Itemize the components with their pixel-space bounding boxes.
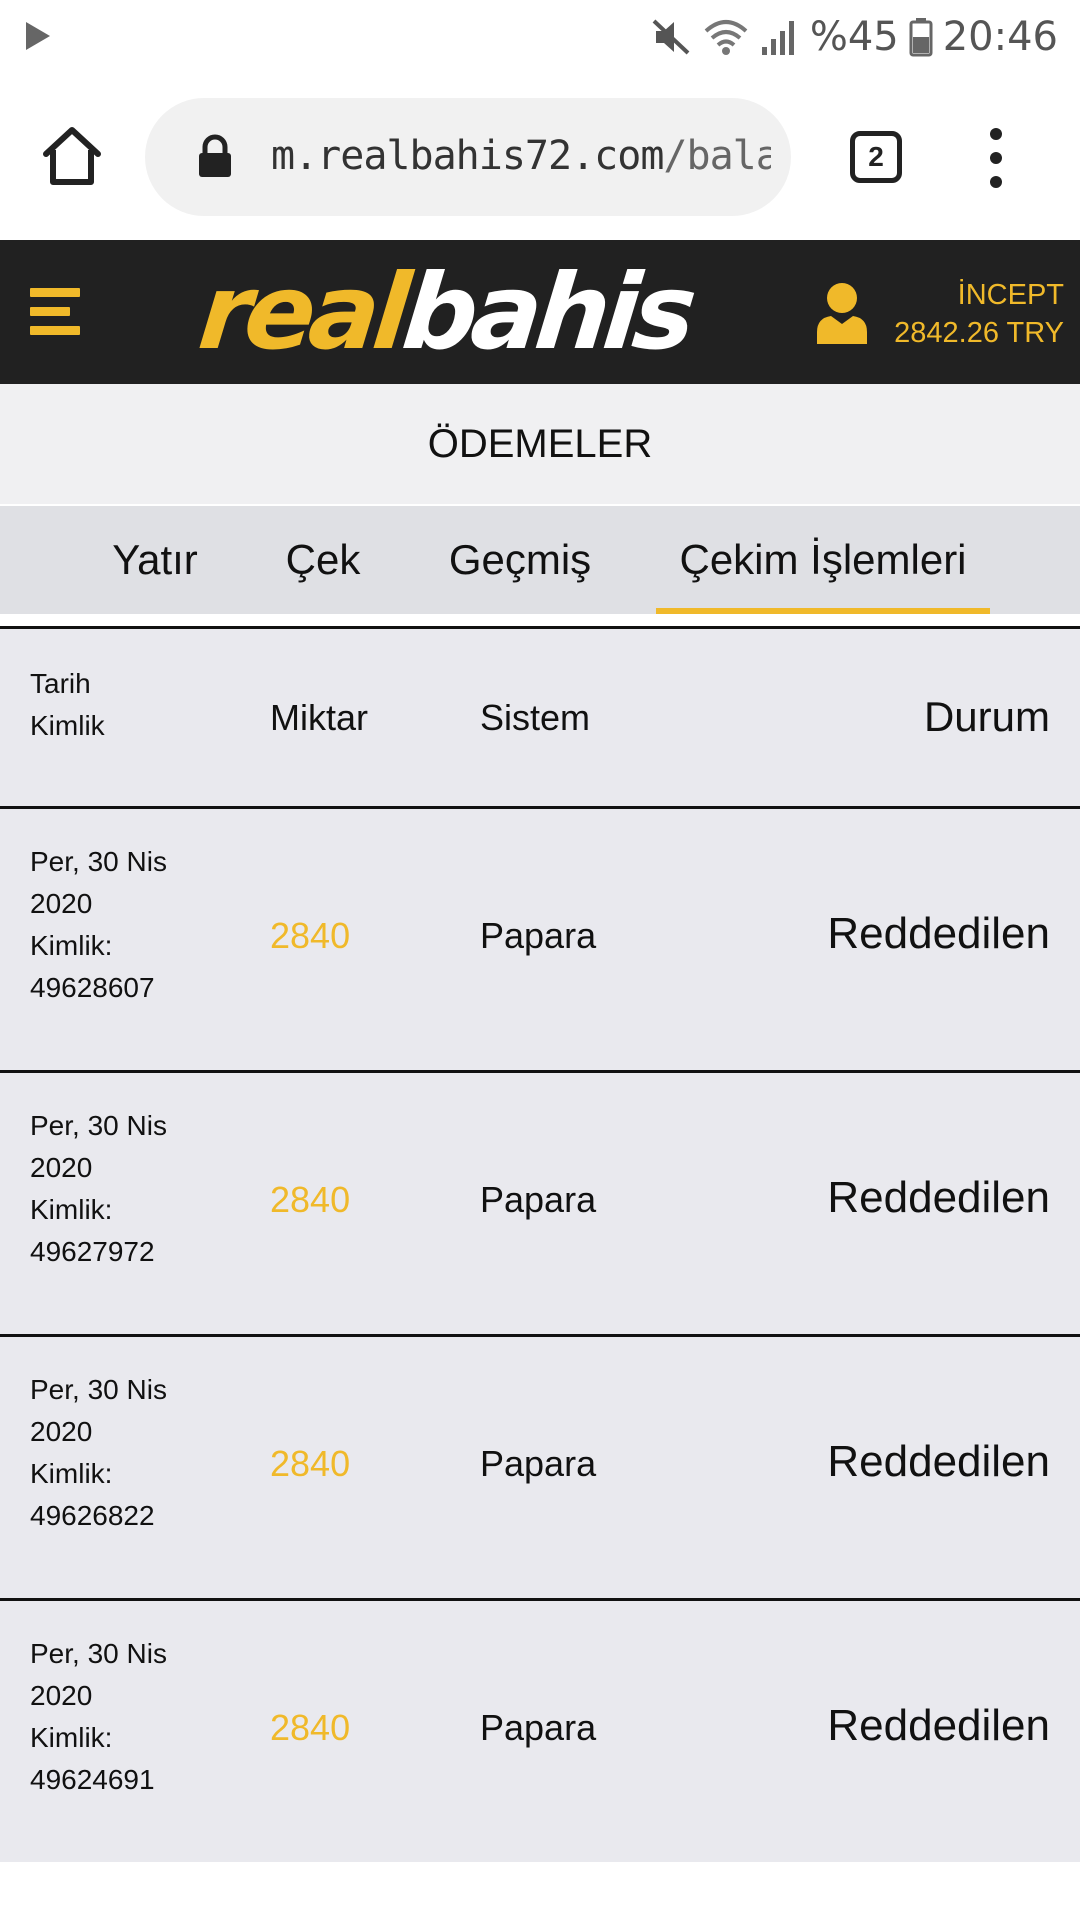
table-row[interactable]: Per, 30 Nis 2020 Kimlik: 49626822 2840 P… <box>0 1337 1080 1601</box>
header-status: Durum <box>923 693 1050 740</box>
tab-deposit[interactable]: Yatır <box>100 506 210 614</box>
page-title: ÖDEMELER <box>0 384 1080 504</box>
date-line: Per, 30 Nis <box>30 1638 167 1669</box>
status-cell: Reddedilen <box>827 909 1050 958</box>
date-id-cell: Per, 30 Nis 2020 Kimlik: 49627972 <box>30 1105 167 1273</box>
withdrawals-table: Tarih Kimlik Miktar Sistem Durum Per, 30… <box>0 626 1080 1862</box>
url-text[interactable]: m.realbahis72.com/balance <box>271 126 771 186</box>
browser-toolbar: m.realbahis72.com/balance 2 <box>0 74 1080 240</box>
date-line: Per, 30 Nis <box>30 846 167 877</box>
year-line: 2020 <box>30 1680 93 1711</box>
table-row[interactable]: Per, 30 Nis 2020 Kimlik: 49628607 2840 P… <box>0 809 1080 1073</box>
date-id-cell: Per, 30 Nis 2020 Kimlik: 49624691 <box>30 1633 167 1801</box>
amount-cell: 2840 <box>270 1707 351 1748</box>
site-header: realbahis İNCEPT 2842.26 TRY <box>0 240 1080 384</box>
table-header-row: Tarih Kimlik Miktar Sistem Durum <box>0 629 1080 809</box>
url-path: /balance <box>663 133 771 179</box>
id-label: Kimlik: <box>30 1722 113 1753</box>
amount-cell: 2840 <box>270 1443 351 1484</box>
tab-history[interactable]: Geçmiş <box>440 506 600 614</box>
year-line: 2020 <box>30 1416 93 1447</box>
amount-cell: 2840 <box>270 915 351 956</box>
header-date-id: Tarih Kimlik <box>30 663 105 747</box>
status-bar: %45 20:46 <box>0 0 1080 74</box>
status-cell: Reddedilen <box>827 1701 1050 1750</box>
system-cell: Papara <box>480 1707 597 1748</box>
transaction-id: 49627972 <box>30 1236 155 1267</box>
id-label: Kimlik: <box>30 930 113 961</box>
wifi-icon <box>704 20 748 55</box>
payment-tabs: Yatır Çek Geçmiş Çekim İşlemleri <box>0 506 1080 614</box>
system-cell: Papara <box>480 915 597 956</box>
date-line: Per, 30 Nis <box>30 1374 167 1405</box>
table-row[interactable]: Per, 30 Nis 2020 Kimlik: 49627972 2840 P… <box>0 1073 1080 1337</box>
id-label: Kimlik: <box>30 1458 113 1489</box>
tab-switcher-button[interactable]: 2 <box>850 131 902 183</box>
date-line: Per, 30 Nis <box>30 1110 167 1141</box>
year-line: 2020 <box>30 1152 93 1183</box>
play-icon <box>26 22 50 50</box>
home-icon[interactable] <box>40 124 104 188</box>
logo-part-bahis: bahis <box>397 251 697 373</box>
transaction-id: 49626822 <box>30 1500 155 1531</box>
battery-percent: %45 <box>809 14 899 60</box>
transaction-id: 49624691 <box>30 1764 155 1795</box>
amount-cell: 2840 <box>270 1179 351 1220</box>
status-cell: Reddedilen <box>827 1173 1050 1222</box>
system-cell: Papara <box>480 1443 597 1484</box>
system-cell: Papara <box>480 1179 597 1220</box>
lock-icon <box>199 134 231 177</box>
mute-icon <box>652 19 690 55</box>
header-amount: Miktar <box>270 697 368 738</box>
username: İNCEPT <box>957 279 1064 311</box>
date-id-cell: Per, 30 Nis 2020 Kimlik: 49628607 <box>30 841 167 1009</box>
account-info[interactable]: İNCEPT 2842.26 TRY <box>894 276 1064 352</box>
user-icon[interactable] <box>815 280 869 344</box>
hamburger-menu-icon[interactable] <box>30 288 80 336</box>
logo-part-real: real <box>193 251 411 373</box>
id-label: Kimlik: <box>30 1194 113 1225</box>
header-system: Sistem <box>480 697 591 738</box>
signal-icon <box>761 21 794 55</box>
battery-icon <box>909 18 933 57</box>
clock: 20:46 <box>942 14 1058 60</box>
header-id: Kimlik <box>30 710 105 741</box>
status-cell: Reddedilen <box>827 1437 1050 1486</box>
header-date: Tarih <box>30 668 91 699</box>
balance: 2842.26 TRY <box>894 317 1064 349</box>
date-id-cell: Per, 30 Nis 2020 Kimlik: 49626822 <box>30 1369 167 1537</box>
address-bar[interactable]: m.realbahis72.com/balance <box>145 98 791 216</box>
url-host: m.realbahis72.com <box>271 133 664 179</box>
more-options-icon[interactable] <box>985 126 1007 190</box>
year-line: 2020 <box>30 888 93 919</box>
transaction-id: 49628607 <box>30 972 155 1003</box>
site-logo[interactable]: realbahis <box>194 251 697 373</box>
tab-withdrawal-transactions[interactable]: Çekim İşlemleri <box>656 506 990 614</box>
table-row[interactable]: Per, 30 Nis 2020 Kimlik: 49624691 2840 P… <box>0 1601 1080 1866</box>
tab-withdraw[interactable]: Çek <box>278 506 368 614</box>
